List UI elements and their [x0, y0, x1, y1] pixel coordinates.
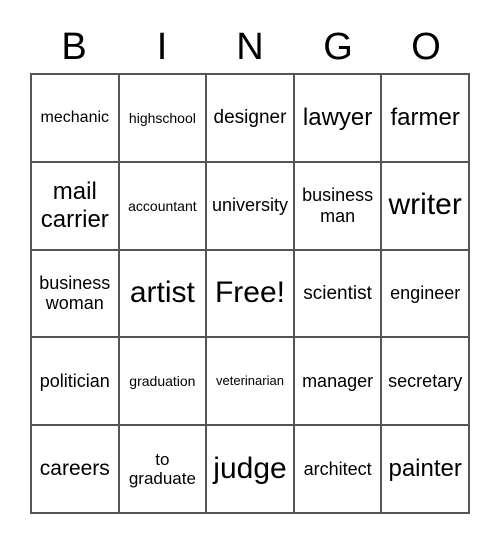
bingo-cell[interactable]: mail carrier	[31, 161, 119, 250]
bingo-cell[interactable]: scientist	[293, 249, 382, 338]
bingo-cell[interactable]: business woman	[31, 249, 119, 338]
bingo-cell[interactable]: lawyer	[293, 74, 382, 162]
bingo-header: B I N G O	[30, 22, 470, 72]
bingo-cell[interactable]: university	[206, 161, 294, 250]
header-letter-g: G	[323, 26, 353, 68]
bingo-cell[interactable]: careers	[31, 425, 119, 513]
bingo-cell[interactable]: writer	[381, 161, 469, 250]
bingo-cell[interactable]: mechanic	[31, 74, 119, 162]
bingo-cell[interactable]: judge	[206, 425, 294, 513]
bingo-cell[interactable]: highschool	[118, 74, 207, 162]
bingo-cell[interactable]: graduation	[118, 337, 207, 426]
bingo-cell[interactable]: veterinarian	[206, 337, 294, 426]
bingo-cell[interactable]: farmer	[381, 74, 469, 162]
bingo-cell[interactable]: business man	[293, 161, 382, 250]
bingo-cell[interactable]: designer	[206, 74, 294, 162]
bingo-cell[interactable]: politician	[31, 337, 119, 426]
header-letter-o: O	[411, 26, 441, 68]
bingo-cell[interactable]: painter	[381, 425, 469, 513]
bingo-grid: mechanic highschool designer lawyer farm…	[30, 73, 470, 514]
bingo-cell[interactable]: accountant	[118, 161, 207, 250]
header-letter-b: B	[61, 26, 87, 68]
bingo-cell[interactable]: architect	[293, 425, 382, 513]
header-letter-i: I	[156, 26, 168, 68]
bingo-cell[interactable]: engineer	[381, 249, 469, 338]
free-space-cell[interactable]: Free!	[206, 249, 294, 338]
bingo-cell[interactable]: secretary	[381, 337, 469, 426]
bingo-cell[interactable]: artist	[118, 249, 207, 338]
bingo-cell[interactable]: to graduate	[118, 425, 207, 513]
bingo-cell[interactable]: manager	[293, 337, 382, 426]
header-letter-n: N	[236, 26, 264, 68]
